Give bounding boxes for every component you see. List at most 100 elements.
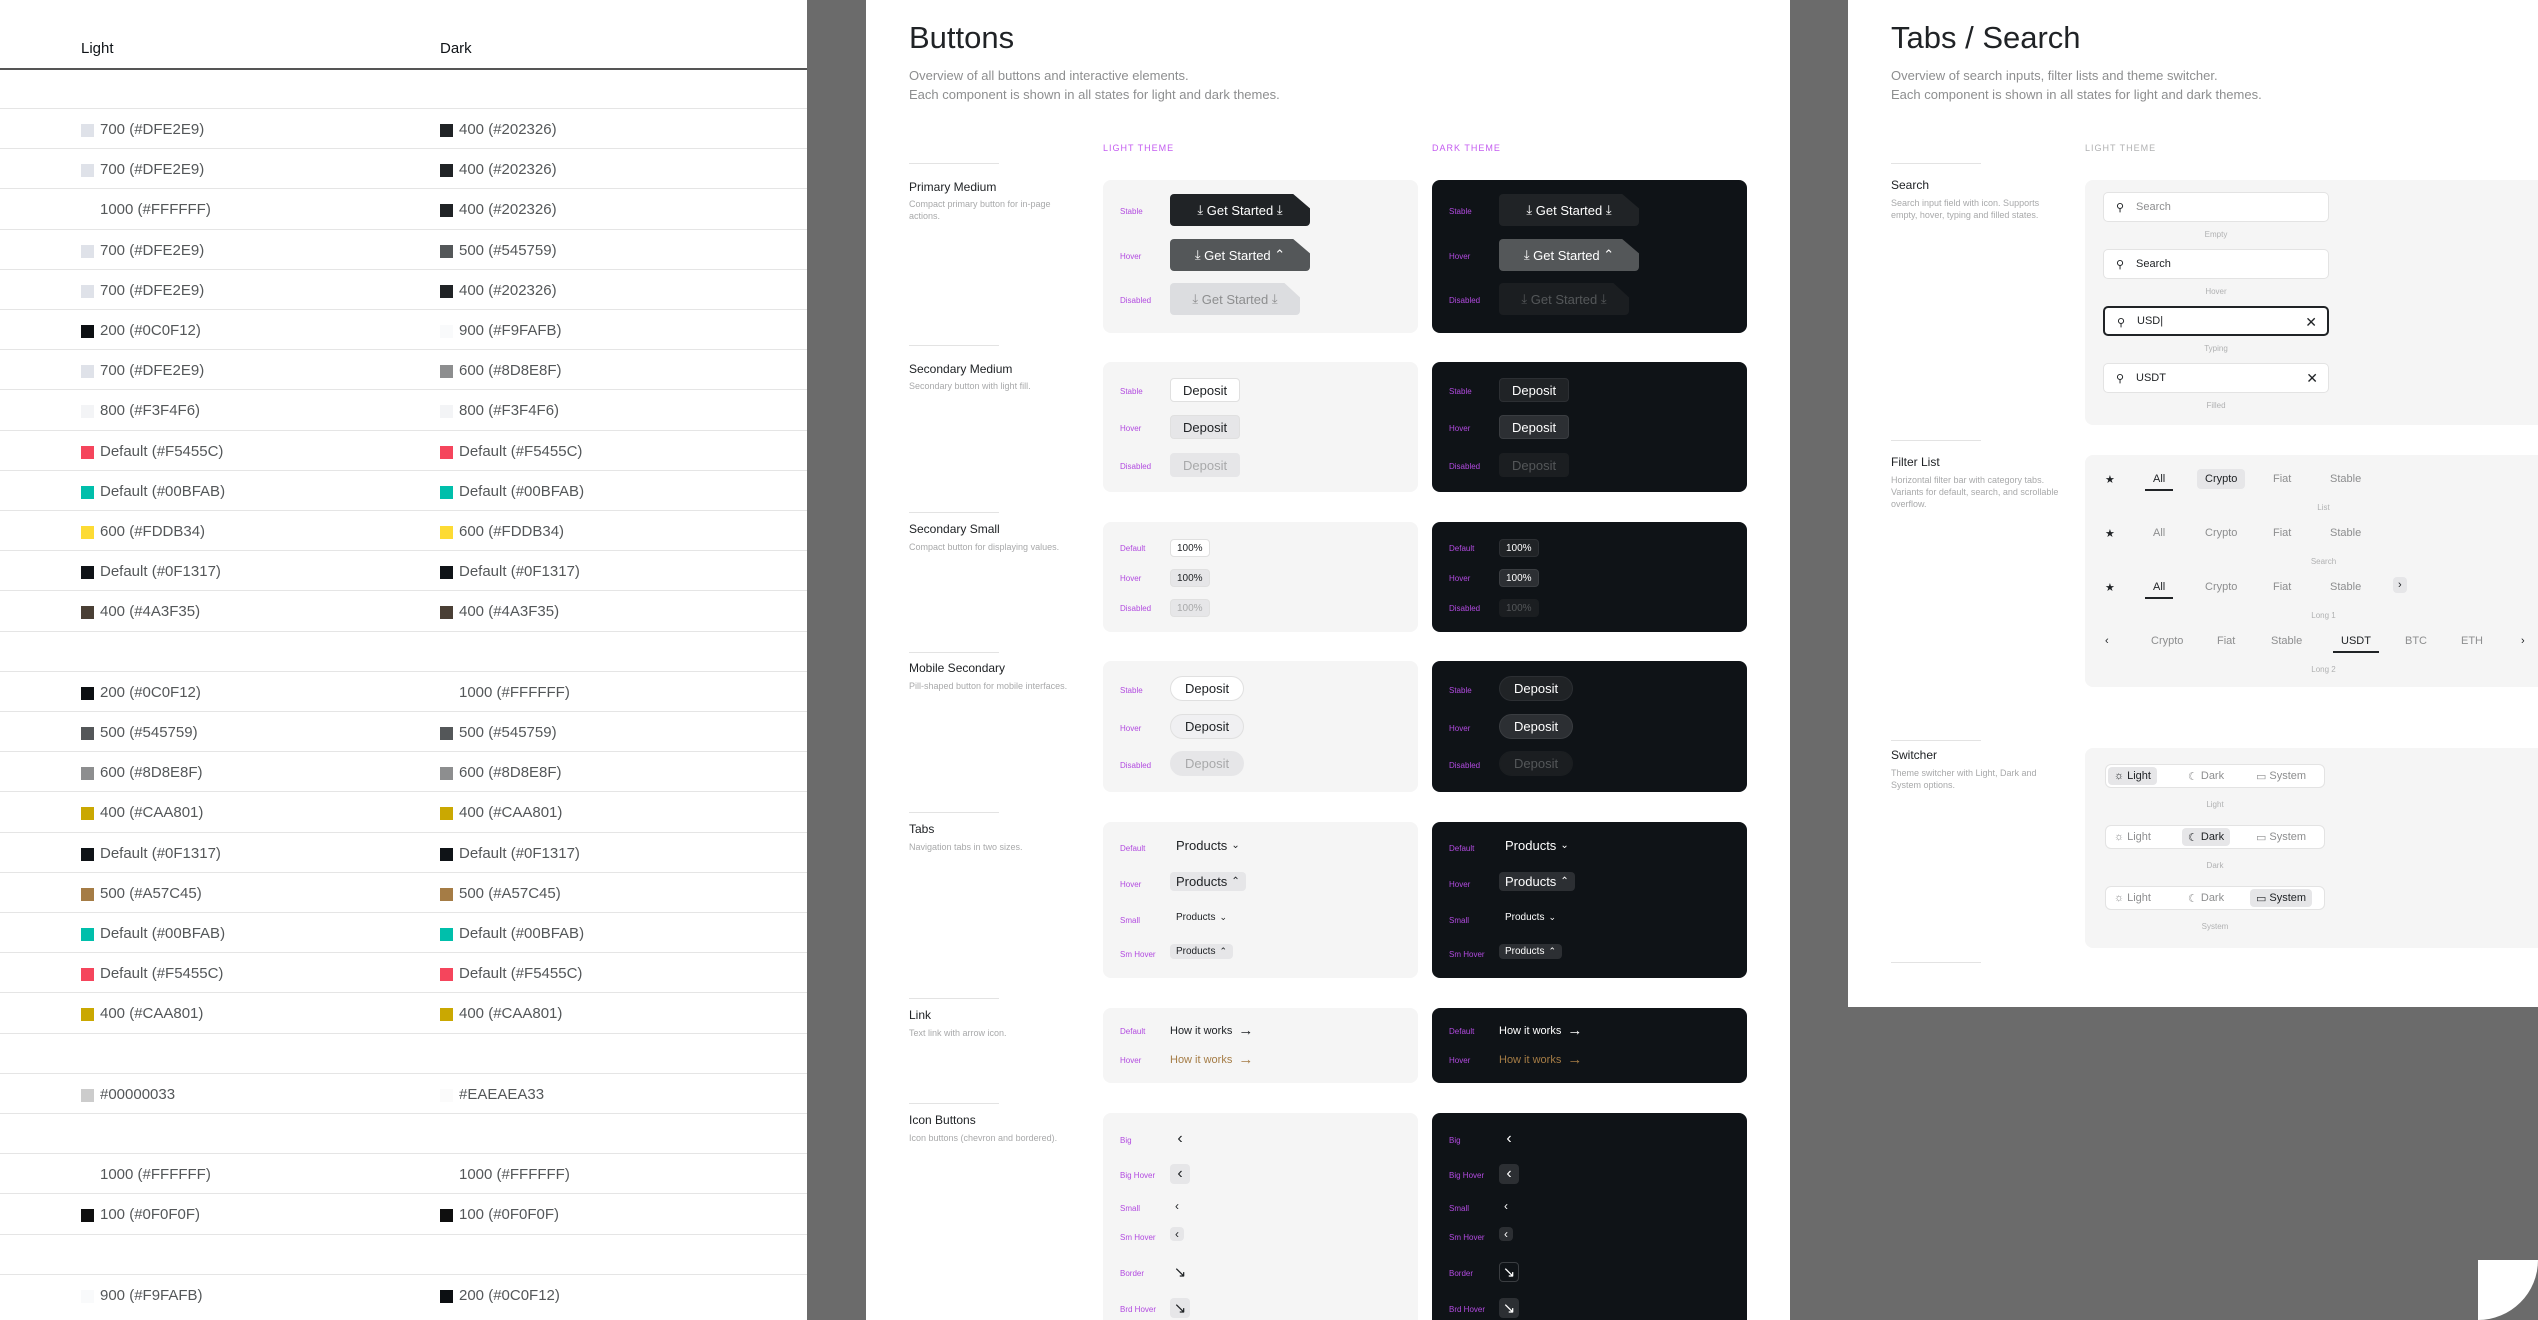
switch-option-light[interactable]: ☼ Light bbox=[2108, 889, 2157, 907]
value-button-hover[interactable]: 100% bbox=[1170, 569, 1210, 587]
products-tab-dark-small[interactable]: Products ⌄ bbox=[1499, 910, 1562, 925]
chevron-left-icon[interactable]: ‹ bbox=[1170, 1164, 1190, 1184]
filter-item[interactable]: Stable bbox=[2322, 523, 2369, 543]
filter-item[interactable]: Crypto bbox=[2197, 523, 2245, 543]
filter-item[interactable]: ETH bbox=[2453, 631, 2491, 651]
search-input-empty[interactable]: ⚲ Search bbox=[2103, 192, 2329, 222]
deposit-button-hover[interactable]: Deposit bbox=[1170, 415, 1241, 439]
color-swatch bbox=[81, 1209, 94, 1222]
state-label: Big Hover bbox=[1120, 1171, 1156, 1180]
switch-option-system[interactable]: ▭ System bbox=[2250, 767, 2312, 785]
filter-item[interactable]: Fiat bbox=[2209, 631, 2243, 651]
value-button[interactable]: 100% bbox=[1170, 539, 1210, 557]
state-label: Disabled bbox=[1120, 462, 1152, 471]
chevron-left-icon[interactable]: ‹ bbox=[1499, 1164, 1519, 1184]
products-tab-dark[interactable]: Products ⌄ bbox=[1499, 836, 1575, 855]
search-input-filled[interactable]: ⚲ USDT ✕ bbox=[2103, 363, 2329, 393]
filter-item[interactable]: Stable bbox=[2322, 469, 2369, 489]
button-label: Get Started bbox=[1201, 291, 1269, 307]
chevron-left-icon[interactable]: ‹ bbox=[1499, 1199, 1513, 1213]
star-icon[interactable]: ★ bbox=[2097, 523, 2123, 544]
tab-label: Products bbox=[1505, 874, 1557, 889]
search-value: USDT bbox=[2136, 372, 2166, 384]
chevron-left-icon[interactable]: ‹ bbox=[1499, 1129, 1519, 1149]
color-swatch bbox=[440, 566, 453, 579]
filter-item[interactable]: All bbox=[2145, 577, 2174, 599]
products-tab-hover[interactable]: Products ⌃ bbox=[1170, 872, 1246, 891]
chevron-left-icon[interactable]: ‹ bbox=[1170, 1129, 1190, 1149]
close-icon[interactable]: ✕ bbox=[2305, 314, 2317, 331]
filter-item[interactable]: Crypto bbox=[2197, 577, 2245, 597]
products-tab-dark-small-hover[interactable]: Products ⌃ bbox=[1499, 944, 1563, 959]
mobile-deposit-button-dark-hover[interactable]: Deposit bbox=[1499, 714, 1574, 739]
state-label: Small bbox=[1449, 916, 1470, 925]
get-started-button-dark[interactable]: ⤓ Get Started ⤓ bbox=[1499, 194, 1639, 226]
products-tab-small-hover[interactable]: Products ⌃ bbox=[1170, 944, 1234, 959]
deposit-button[interactable]: Deposit bbox=[1170, 378, 1241, 402]
filter-item[interactable]: All bbox=[2145, 523, 2173, 543]
section-divider bbox=[1891, 962, 1981, 963]
chevron-left-icon[interactable]: ‹ bbox=[1170, 1227, 1184, 1241]
switch-option-dark[interactable]: ☾ Dark bbox=[2182, 767, 2230, 785]
mobile-deposit-button-hover[interactable]: Deposit bbox=[1170, 714, 1245, 739]
get-started-button[interactable]: ⤓ Get Started ⤓ bbox=[1170, 194, 1310, 226]
switch-option-light[interactable]: ☼ Light bbox=[2108, 767, 2157, 785]
color-token-label: 400 (#202326) bbox=[459, 161, 557, 178]
filter-item[interactable]: Fiat bbox=[2265, 523, 2299, 543]
filter-item[interactable]: Stable bbox=[2322, 577, 2369, 597]
star-icon[interactable]: ★ bbox=[2097, 577, 2123, 598]
section-title-link: Link bbox=[909, 1008, 932, 1022]
color-token-label: 400 (#4A3F35) bbox=[100, 603, 201, 620]
how-it-works-link-hover[interactable]: How it works → bbox=[1170, 1051, 1253, 1068]
state-caption: Light bbox=[2206, 800, 2224, 809]
state-label: Sm Hover bbox=[1120, 1233, 1156, 1242]
close-icon[interactable]: ✕ bbox=[2306, 370, 2318, 387]
filter-item[interactable]: Crypto bbox=[2143, 631, 2191, 651]
chevron-down-right-icon[interactable]: ↘ bbox=[1499, 1298, 1519, 1318]
how-it-works-link-dark[interactable]: How it works → bbox=[1499, 1022, 1582, 1039]
filter-item[interactable]: All bbox=[2145, 469, 2174, 491]
chevron-left-icon[interactable]: ‹ bbox=[1170, 1199, 1184, 1213]
chevron-left-icon[interactable]: ‹ bbox=[1499, 1227, 1513, 1241]
products-tab[interactable]: Products ⌄ bbox=[1170, 836, 1246, 855]
filter-item[interactable]: BTC bbox=[2397, 631, 2435, 651]
filter-item[interactable]: Stable bbox=[2263, 631, 2310, 651]
chevron-right-icon[interactable]: › bbox=[2513, 631, 2533, 651]
switch-option-light[interactable]: ☼ Light bbox=[2108, 828, 2157, 846]
get-started-button-hover[interactable]: ⤓ Get Started ⌃ bbox=[1170, 239, 1310, 271]
chevron-down-right-icon[interactable]: ↘ bbox=[1170, 1262, 1190, 1282]
filter-item[interactable]: Fiat bbox=[2265, 577, 2299, 597]
chevron-down-right-icon[interactable]: ↘ bbox=[1170, 1298, 1190, 1318]
how-it-works-link[interactable]: How it works → bbox=[1170, 1022, 1253, 1039]
switch-option-system[interactable]: ▭ System bbox=[2250, 828, 2312, 846]
mobile-deposit-button[interactable]: Deposit bbox=[1170, 676, 1245, 701]
switch-option-system[interactable]: ▭ System bbox=[2250, 889, 2313, 907]
color-swatch bbox=[440, 245, 453, 258]
switch-option-dark[interactable]: ☾ Dark bbox=[2182, 828, 2231, 846]
secondary-small-light-box: Default 100% Hover 100% Disabled 100% bbox=[1103, 522, 1418, 632]
page-description: Overview of search inputs, filter lists … bbox=[1891, 66, 2262, 104]
chevron-down-right-icon[interactable]: ↘ bbox=[1499, 1262, 1519, 1282]
deposit-button-dark-hover[interactable]: Deposit bbox=[1499, 415, 1570, 439]
products-tab-small[interactable]: Products ⌄ bbox=[1170, 910, 1233, 925]
value-button-dark[interactable]: 100% bbox=[1499, 539, 1539, 557]
chevron-left-icon[interactable]: ‹ bbox=[2097, 631, 2117, 651]
products-tab-dark-hover[interactable]: Products ⌃ bbox=[1499, 872, 1575, 891]
color-swatch bbox=[81, 767, 94, 780]
filter-item[interactable]: Crypto bbox=[2197, 469, 2246, 489]
filter-item[interactable]: USDT bbox=[2333, 631, 2379, 653]
secondary-dark-box: Stable Deposit Hover Deposit Disabled De… bbox=[1432, 362, 1747, 492]
search-input-typing[interactable]: ⚲ USD| ✕ bbox=[2103, 306, 2329, 336]
section-title-secondary-small: Secondary Small bbox=[909, 522, 1000, 536]
filter-item[interactable]: Fiat bbox=[2265, 469, 2299, 489]
search-input-hover[interactable]: ⚲ Search bbox=[2103, 249, 2329, 279]
mobile-deposit-button-dark[interactable]: Deposit bbox=[1499, 676, 1574, 701]
how-it-works-link-dark-hover[interactable]: How it works → bbox=[1499, 1051, 1582, 1068]
get-started-button-dark-hover[interactable]: ⤓ Get Started ⌃ bbox=[1499, 239, 1639, 271]
star-icon[interactable]: ★ bbox=[2097, 469, 2123, 490]
chevron-right-icon[interactable]: › bbox=[2393, 577, 2407, 593]
switch-option-dark[interactable]: ☾ Dark bbox=[2182, 889, 2230, 907]
deposit-button-dark[interactable]: Deposit bbox=[1499, 378, 1570, 402]
state-label: Big bbox=[1449, 1136, 1461, 1145]
value-button-dark-hover[interactable]: 100% bbox=[1499, 569, 1539, 587]
